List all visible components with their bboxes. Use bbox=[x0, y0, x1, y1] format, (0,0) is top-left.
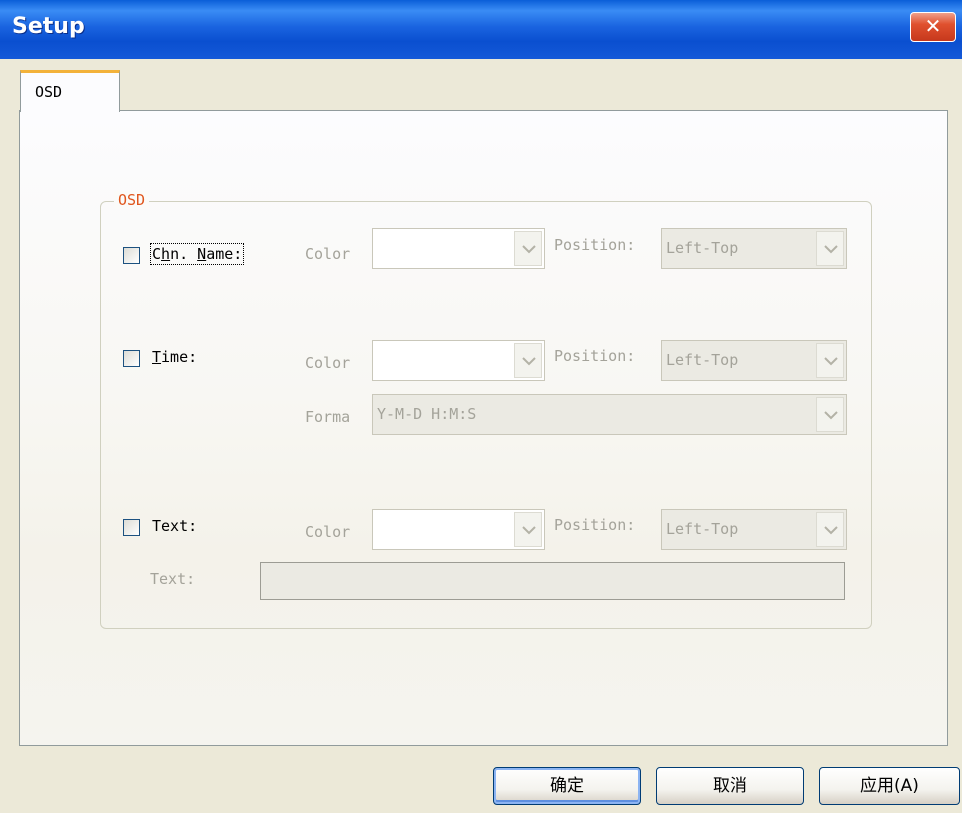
chn-name-checkbox[interactable] bbox=[123, 247, 140, 264]
chn-name-label[interactable]: Chn. Name: bbox=[149, 243, 245, 265]
chevron-down-icon[interactable] bbox=[816, 231, 844, 266]
chevron-down-icon[interactable] bbox=[816, 512, 844, 547]
tab-osd[interactable]: OSD bbox=[20, 70, 120, 112]
chn-name-position-label: Position: bbox=[554, 236, 636, 254]
time-checkbox[interactable] bbox=[123, 350, 140, 367]
apply-button[interactable]: 应用(A) bbox=[819, 767, 960, 805]
close-icon: ✕ bbox=[924, 14, 942, 38]
time-position-label: Position: bbox=[554, 347, 636, 365]
close-button[interactable]: ✕ bbox=[910, 12, 956, 42]
text-checkbox[interactable] bbox=[123, 519, 140, 536]
text-color-select[interactable] bbox=[372, 509, 545, 550]
chevron-down-icon[interactable] bbox=[816, 343, 844, 378]
text-field-label: Text: bbox=[150, 570, 196, 588]
time-color-label: Color bbox=[305, 354, 351, 372]
chevron-down-icon[interactable] bbox=[514, 512, 542, 547]
text-position-select[interactable]: Left-Top bbox=[661, 509, 847, 550]
text-label[interactable]: Text: bbox=[152, 517, 197, 535]
text-position-label: Position: bbox=[554, 516, 636, 534]
cancel-button[interactable]: 取消 bbox=[656, 767, 804, 805]
osd-group-legend: OSD bbox=[114, 191, 150, 209]
chn-name-color-label: Color bbox=[305, 245, 351, 263]
chn-name-color-select[interactable] bbox=[372, 228, 545, 269]
ok-button[interactable]: 确定 bbox=[493, 767, 641, 805]
time-format-label: Forma bbox=[305, 408, 351, 426]
chevron-down-icon[interactable] bbox=[816, 397, 844, 432]
text-field-input[interactable] bbox=[260, 562, 845, 600]
time-position-select[interactable]: Left-Top bbox=[661, 340, 847, 381]
window-title: Setup bbox=[12, 14, 85, 39]
tab-osd-label: OSD bbox=[35, 83, 63, 101]
chn-name-position-select[interactable]: Left-Top bbox=[661, 228, 847, 269]
text-color-label: Color bbox=[305, 523, 351, 541]
title-bar[interactable]: Setup ✕ bbox=[0, 0, 962, 59]
chevron-down-icon[interactable] bbox=[514, 343, 542, 378]
chevron-down-icon[interactable] bbox=[514, 231, 542, 266]
time-format-select[interactable]: Y-M-D H:M:S bbox=[372, 394, 847, 435]
time-color-select[interactable] bbox=[372, 340, 545, 381]
time-label[interactable]: Time: bbox=[152, 348, 197, 366]
